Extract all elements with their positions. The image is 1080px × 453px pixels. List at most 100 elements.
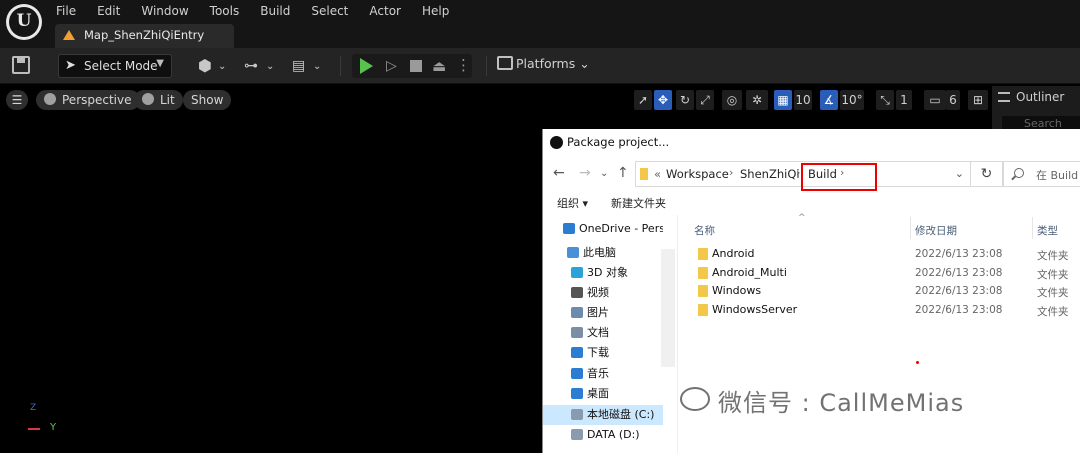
- file-row[interactable]: Android 2022/6/13 23:08 文件夹: [678, 245, 1080, 263]
- scale-tool-icon[interactable]: ⤢: [696, 90, 714, 110]
- menu-build[interactable]: Build: [260, 2, 290, 20]
- organize-button[interactable]: 组织 ▾: [557, 195, 588, 211]
- cinematics-icon[interactable]: ▤: [292, 56, 305, 76]
- breadcrumb-shenzhiqi[interactable]: ShenZhiQi: [740, 167, 800, 181]
- nav-item[interactable]: 音乐: [543, 364, 663, 384]
- level-tab[interactable]: Map_ShenZhiQiEntry: [55, 24, 234, 48]
- column-name[interactable]: 名称: [694, 223, 715, 238]
- camera-speed-icon[interactable]: ▭: [924, 90, 946, 110]
- column-divider[interactable]: [1032, 217, 1033, 239]
- file-row[interactable]: Windows 2022/6/13 23:08 文件夹: [678, 282, 1080, 300]
- add-actor-icon[interactable]: ⬢: [198, 56, 212, 76]
- menu-select[interactable]: Select: [311, 2, 348, 20]
- folder-icon: [698, 248, 708, 260]
- nav-item[interactable]: 桌面: [543, 384, 663, 404]
- show-label: Show: [191, 93, 224, 107]
- menu-help[interactable]: Help: [422, 2, 449, 20]
- menu-window[interactable]: Window: [141, 2, 188, 20]
- platforms-button[interactable]: Platforms ⌄: [497, 56, 590, 76]
- chevron-down-icon[interactable]: ⌄: [313, 57, 321, 77]
- rotate-tool-icon[interactable]: ↻: [676, 90, 694, 110]
- up-arrow-icon[interactable]: ↑: [617, 165, 629, 181]
- scale-snap-icon[interactable]: ⤡: [876, 90, 894, 110]
- perspective-button[interactable]: Perspective: [36, 90, 140, 110]
- grid-snap-icon[interactable]: ▦: [774, 90, 792, 110]
- nav-item[interactable]: DATA (D:): [543, 425, 663, 445]
- folder-search-input[interactable]: 在 Build 中: [1003, 161, 1080, 187]
- breadcrumb-workspace[interactable]: Workspace: [666, 167, 729, 181]
- unreal-logo-icon[interactable]: U: [6, 4, 42, 40]
- rotation-snap-icon[interactable]: ∡: [820, 90, 838, 110]
- main-toolbar: ➤ Select Mode ▼ ⬢ ⌄ ⊶ ⌄ ▤ ⌄ ▷ ⏏ ⋮ Platfo…: [0, 48, 1080, 84]
- nav-item[interactable]: OneDrive - Persc: [543, 219, 663, 239]
- nav-item-label: 桌面: [587, 387, 609, 400]
- lit-button[interactable]: Lit: [134, 90, 183, 110]
- nav-item[interactable]: 此电脑: [543, 243, 663, 263]
- cube-icon: [44, 93, 56, 105]
- column-date[interactable]: 修改日期: [915, 223, 957, 238]
- camera-speed-value[interactable]: 6: [946, 90, 960, 110]
- nav-item[interactable]: 文档: [543, 323, 663, 343]
- platforms-label: Platforms: [516, 56, 576, 71]
- viewport-menu-icon[interactable]: ☰: [6, 90, 28, 110]
- breadcrumb-overflow[interactable]: «: [654, 167, 661, 181]
- nav-item[interactable]: 本地磁盘 (C:): [543, 405, 663, 425]
- more-options-icon[interactable]: ⋮: [456, 56, 471, 74]
- navigation-scrollbar[interactable]: [661, 249, 675, 367]
- viewport-layout-icon[interactable]: ⊞: [968, 90, 988, 110]
- blueprint-icon[interactable]: ⊶: [244, 56, 258, 76]
- show-button[interactable]: Show: [183, 90, 232, 110]
- chevron-down-icon: ⌄: [579, 56, 590, 71]
- world-local-icon[interactable]: ◎: [722, 90, 742, 110]
- column-type[interactable]: 类型: [1037, 223, 1058, 238]
- recent-locations-icon[interactable]: ⌄: [600, 168, 608, 179]
- chevron-down-icon[interactable]: ⌄: [266, 57, 274, 77]
- nav-item[interactable]: 3D 对象: [543, 263, 663, 283]
- refresh-button[interactable]: ↻: [971, 161, 1003, 187]
- eject-icon[interactable]: ⏏: [432, 57, 446, 75]
- navigation-pane: OneDrive - Persc 此电脑 3D 对象 视频 图片 文档下载音乐桌面本地磁盘…: [543, 215, 663, 453]
- axis-y-label: Y: [50, 422, 57, 433]
- column-divider[interactable]: [910, 217, 911, 239]
- play-icon[interactable]: [360, 58, 373, 74]
- step-icon[interactable]: ▷: [386, 58, 400, 74]
- surface-snap-icon[interactable]: ✲: [746, 90, 768, 110]
- chevron-down-icon[interactable]: ⌄: [955, 167, 964, 180]
- address-bar[interactable]: « Workspace › ShenZhiQi › Build › ⌄: [635, 161, 971, 191]
- file-row[interactable]: Android_Multi 2022/6/13 23:08 文件夹: [678, 264, 1080, 282]
- grid-snap-value[interactable]: 10: [794, 90, 812, 110]
- file-row[interactable]: WindowsServer 2022/6/13 23:08 文件夹: [678, 301, 1080, 319]
- stop-icon[interactable]: [410, 60, 422, 72]
- nav-item-label: 下载: [587, 346, 609, 359]
- menu-actor[interactable]: Actor: [369, 2, 401, 20]
- watermark: 微信号 : CallMeMias: [680, 383, 964, 418]
- file-type: 文件夹: [1037, 287, 1069, 299]
- nav-item[interactable]: 视频: [543, 283, 663, 303]
- rotation-snap-value[interactable]: 10°: [840, 90, 864, 110]
- chevron-right-icon[interactable]: ›: [729, 166, 733, 179]
- menu-file[interactable]: File: [56, 2, 76, 20]
- file-name: Windows: [712, 284, 762, 297]
- command-bar: 组织 ▾ 新建文件夹: [543, 191, 1080, 215]
- menu-edit[interactable]: Edit: [97, 2, 120, 20]
- chevron-down-icon[interactable]: ⌄: [218, 57, 226, 77]
- nav-item-label: DATA (D:): [587, 428, 640, 441]
- forward-arrow-icon[interactable]: →: [579, 165, 591, 181]
- new-folder-button[interactable]: 新建文件夹: [611, 195, 666, 211]
- menu-tools[interactable]: Tools: [210, 2, 240, 20]
- select-mode-dropdown[interactable]: ➤ Select Mode ▼: [58, 54, 172, 78]
- nav-item[interactable]: 下载: [543, 343, 663, 363]
- folder-icon: [698, 303, 708, 316]
- scale-snap-value[interactable]: 1: [896, 90, 912, 110]
- drive-icon: [571, 409, 583, 420]
- select-tool-icon[interactable]: ➚: [634, 90, 652, 110]
- back-arrow-icon[interactable]: ←: [553, 165, 565, 181]
- chevron-right-icon[interactable]: ›: [796, 166, 800, 179]
- nav-item[interactable]: 图片: [543, 303, 663, 323]
- lit-icon: [142, 93, 154, 105]
- translate-tool-icon[interactable]: ✥: [654, 90, 672, 110]
- wechat-icon: [680, 387, 710, 411]
- save-icon[interactable]: [12, 56, 30, 74]
- watermark-text: 微信号 : CallMeMias: [718, 389, 965, 417]
- nav-item-label: OneDrive - Persc: [579, 222, 663, 235]
